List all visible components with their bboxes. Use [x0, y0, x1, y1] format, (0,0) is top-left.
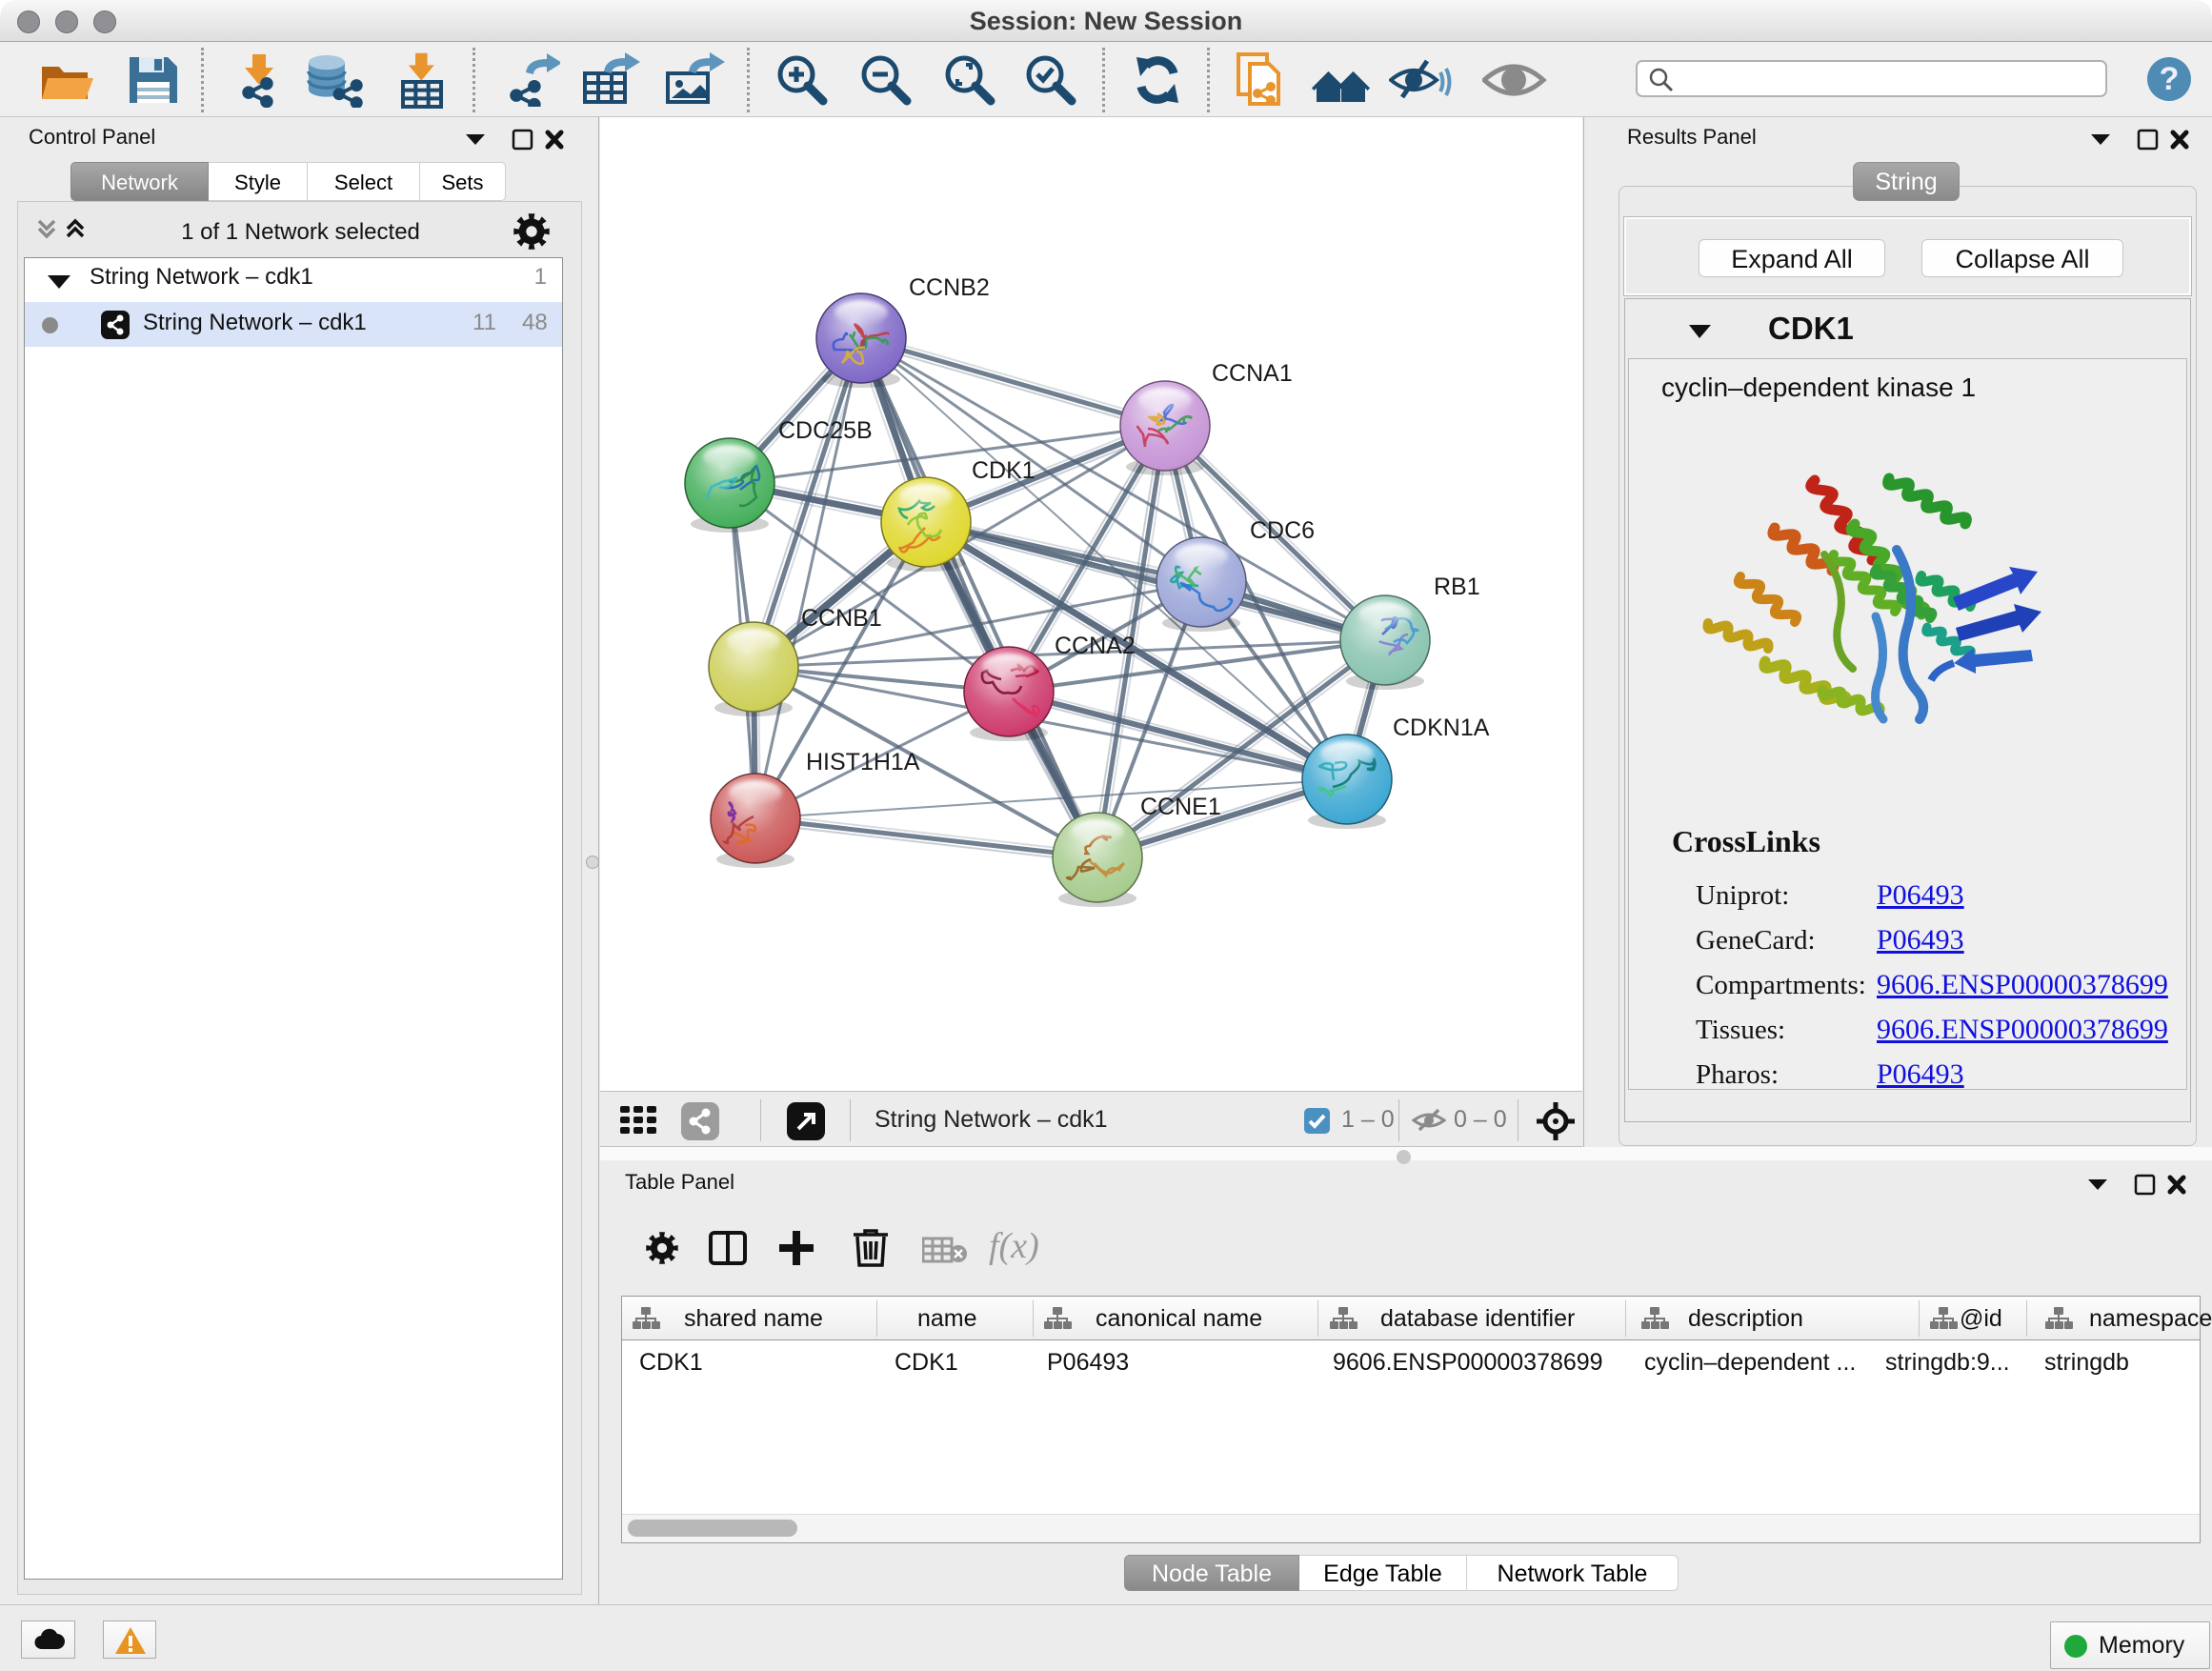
svg-text:CDC25B: CDC25B — [778, 417, 873, 444]
svg-text:CCNA2: CCNA2 — [1055, 633, 1136, 659]
svg-text:CCNA1: CCNA1 — [1212, 360, 1293, 387]
svg-text:CDC6: CDC6 — [1250, 517, 1315, 544]
svg-text:CDKN1A: CDKN1A — [1393, 715, 1490, 741]
svg-text:RB1: RB1 — [1434, 574, 1480, 600]
svg-text:CCNB1: CCNB1 — [801, 605, 882, 632]
svg-text:HIST1H1A: HIST1H1A — [806, 749, 920, 775]
svg-text:CCNB2: CCNB2 — [909, 274, 990, 301]
svg-text:CDK1: CDK1 — [972, 457, 1036, 484]
svg-text:CCNE1: CCNE1 — [1140, 794, 1221, 820]
